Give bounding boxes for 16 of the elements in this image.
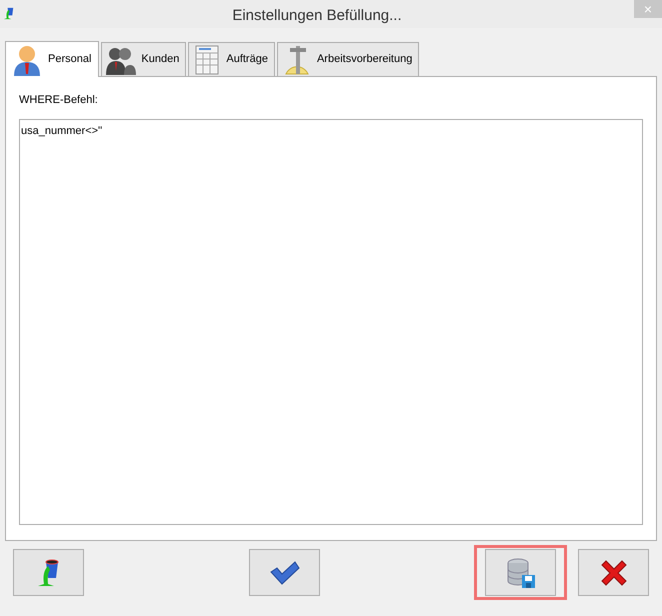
save-button[interactable]: [485, 549, 556, 596]
app-icon: [2, 6, 16, 20]
tab[interactable]: Arbeitsvorbereitung: [276, 42, 420, 76]
close-icon: [600, 558, 628, 586]
ok-button[interactable]: [249, 549, 320, 596]
window-title: Einstellungen Befüllung...: [232, 6, 402, 26]
person-icon: [12, 44, 42, 76]
fill-button[interactable]: [13, 549, 84, 596]
cancel-button[interactable]: [578, 549, 649, 596]
tab[interactable]: Kunden: [101, 42, 186, 76]
where-field[interactable]: usa_nummer<>'': [19, 118, 643, 524]
checkmark-icon: [268, 560, 300, 586]
tab[interactable]: Aufträge: [188, 42, 275, 76]
database-save-icon: [504, 556, 536, 588]
tab[interactable]: Personal: [5, 41, 100, 77]
where-label: WHERE-Befehl:: [19, 93, 99, 108]
